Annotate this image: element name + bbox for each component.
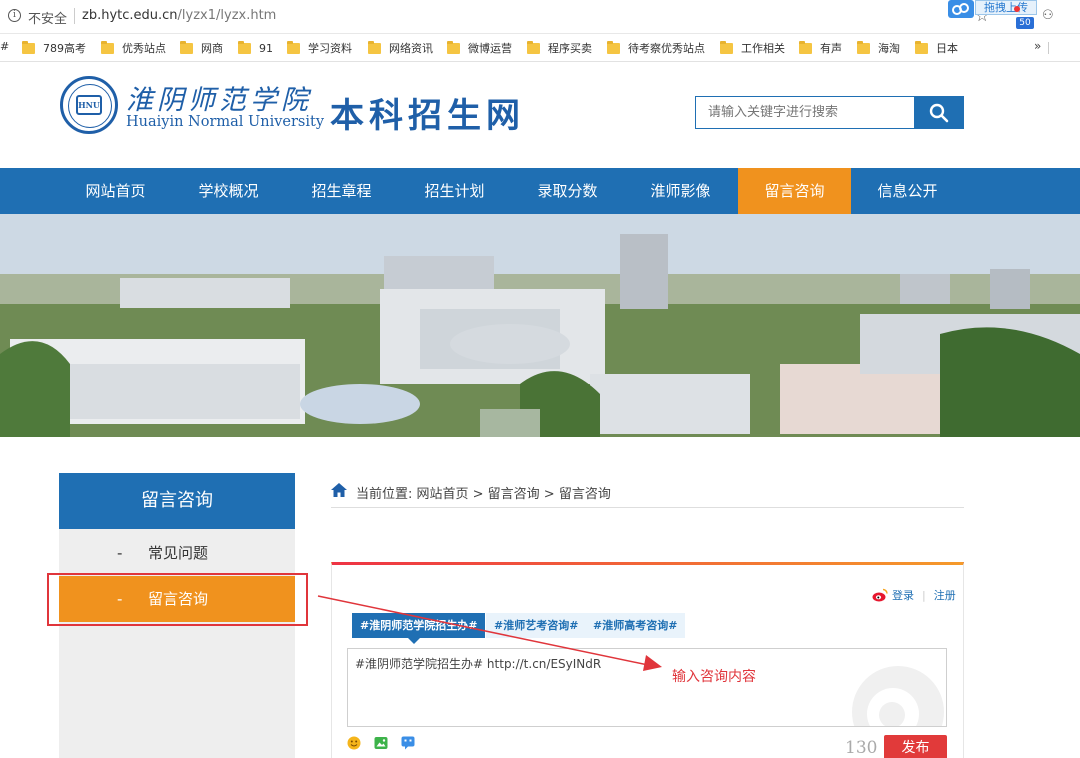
university-seal-logo[interactable]: HNU [60, 76, 118, 134]
insecure-label: 不安全 [28, 12, 68, 27]
nav-item-scores[interactable]: 录取分数 [511, 168, 624, 214]
bookmark-item[interactable]: 学习资料 [287, 40, 352, 56]
extension-badge[interactable]: 50 [1016, 17, 1034, 29]
folder-icon [287, 40, 300, 54]
bookmark-item[interactable]: 工作相关 [720, 40, 785, 56]
main-nav: 网站首页 学校概况 招生章程 招生计划 录取分数 淮师影像 留言咨询 信息公开 [0, 168, 1080, 214]
folder-icon [180, 40, 193, 54]
site-header: HNU 淮阴师范学院 Huaiyin Normal University 本科招… [0, 62, 1080, 168]
search-box[interactable] [695, 96, 915, 129]
folder-icon [857, 40, 870, 54]
bookmarks-overflow-icon[interactable]: » [1034, 39, 1041, 53]
folder-icon [22, 40, 35, 54]
bookmarks-divider [1048, 42, 1049, 54]
topic-icon[interactable] [401, 736, 415, 750]
extension-icon[interactable]: ⚇ [1042, 8, 1054, 23]
folder-icon [720, 40, 733, 54]
url-divider [74, 8, 75, 24]
nav-item-gallery[interactable]: 淮师影像 [624, 168, 737, 214]
sidebar-title: 留言咨询 [59, 473, 295, 529]
browser-address-bar[interactable]: i 不安全 zb.hytc.edu.cn/lyzx1/lyzx.htm ☆ 拖拽… [0, 0, 1080, 34]
consult-textarea[interactable]: #淮阴师范学院招生办# http://t.cn/ESyINdR [347, 648, 947, 727]
university-name-cn: 淮阴师范学院 [126, 85, 312, 116]
breadcrumb: 当前位置: 网站首页 > 留言咨询 > 留言咨询 [356, 487, 611, 502]
bookmark-item[interactable]: 海淘 [857, 40, 900, 56]
nav-item-home[interactable]: 网站首页 [59, 168, 172, 214]
nav-item-about[interactable]: 学校概况 [172, 168, 285, 214]
drag-upload-label[interactable]: 拖拽上传 [975, 0, 1037, 15]
folder-icon [368, 40, 381, 54]
folder-icon [527, 40, 540, 54]
seal-text: HNU [76, 95, 102, 115]
char-count: 130 [845, 738, 878, 758]
tag-pointer [408, 638, 420, 644]
url-text[interactable]: zb.hytc.edu.cn/lyzx1/lyzx.htm [82, 8, 276, 23]
highlight-frame [47, 573, 308, 626]
bookmark-item[interactable]: 优秀站点 [101, 40, 166, 56]
cloud-extension-icon[interactable] [948, 0, 974, 18]
bookmark-item[interactable]: 待考察优秀站点 [607, 40, 705, 56]
nav-item-plan[interactable]: 招生计划 [398, 168, 511, 214]
bookmark-item[interactable]: 微博运营 [447, 40, 512, 56]
bookmark-item[interactable]: 网络资讯 [368, 40, 433, 56]
topic-tag-art-exam[interactable]: #淮师艺考咨询# [486, 613, 587, 638]
folder-icon [238, 40, 251, 54]
weibo-icon [872, 588, 888, 602]
nav-item-consult[interactable]: 留言咨询 [738, 168, 851, 214]
nav-item-disclosure[interactable]: 信息公开 [851, 168, 964, 214]
image-icon[interactable] [374, 736, 388, 750]
breadcrumb-divider [331, 507, 964, 508]
folder-icon [607, 40, 620, 54]
sidebar-item-label: 常见问题 [148, 544, 209, 562]
topic-tag-gaokao[interactable]: #淮师高考咨询# [585, 613, 686, 638]
home-icon [331, 483, 347, 497]
weibo-login-bar: 登录 | 注册 [872, 587, 956, 603]
bookmarks-bar: # 789高考 优秀站点 网商 91 学习资料 网络资讯 微博运营 程序买卖 待… [0, 34, 1080, 62]
search-icon [929, 103, 949, 123]
bookmark-item[interactable]: 有声 [799, 40, 842, 56]
search-button[interactable] [914, 96, 964, 129]
bookmark-item[interactable]: 程序买卖 [527, 40, 592, 56]
search-input[interactable] [696, 97, 914, 128]
site-title: 本科招生网 [330, 96, 525, 136]
sidebar-item-faq[interactable]: - 常见问题 [59, 530, 295, 576]
bookmark-item[interactable]: 网商 [180, 40, 223, 56]
bookmark-item[interactable]: 789高考 [22, 40, 86, 56]
url-path: /lyzx1/lyzx.htm [177, 8, 277, 23]
university-name-en: Huaiyin Normal University [126, 114, 325, 130]
emoji-icon[interactable] [347, 736, 361, 750]
nav-item-regulations[interactable]: 招生章程 [285, 168, 398, 214]
bookmark-item[interactable]: 91 [238, 40, 273, 56]
weibo-login-link[interactable]: 登录 [892, 587, 914, 603]
login-separator: | [922, 588, 926, 602]
folder-icon [915, 40, 928, 54]
url-domain: zb.hytc.edu.cn [82, 8, 178, 23]
bookmark-hash[interactable]: # [0, 40, 9, 53]
info-icon[interactable]: i [8, 9, 21, 22]
folder-icon [101, 40, 114, 54]
topic-tag-admissions[interactable]: #淮阴师范学院招生办# [352, 613, 486, 638]
notification-dot-icon [1014, 6, 1020, 12]
weibo-register-link[interactable]: 注册 [934, 587, 956, 603]
folder-icon [799, 40, 812, 54]
folder-icon [447, 40, 460, 54]
campus-banner-image [0, 214, 1080, 437]
publish-button[interactable]: 发布 [884, 735, 947, 758]
bookmark-item[interactable]: 日本 [915, 40, 958, 56]
sidebar-item-dash: - [117, 544, 123, 562]
annotation-label: 输入咨询内容 [672, 669, 756, 685]
